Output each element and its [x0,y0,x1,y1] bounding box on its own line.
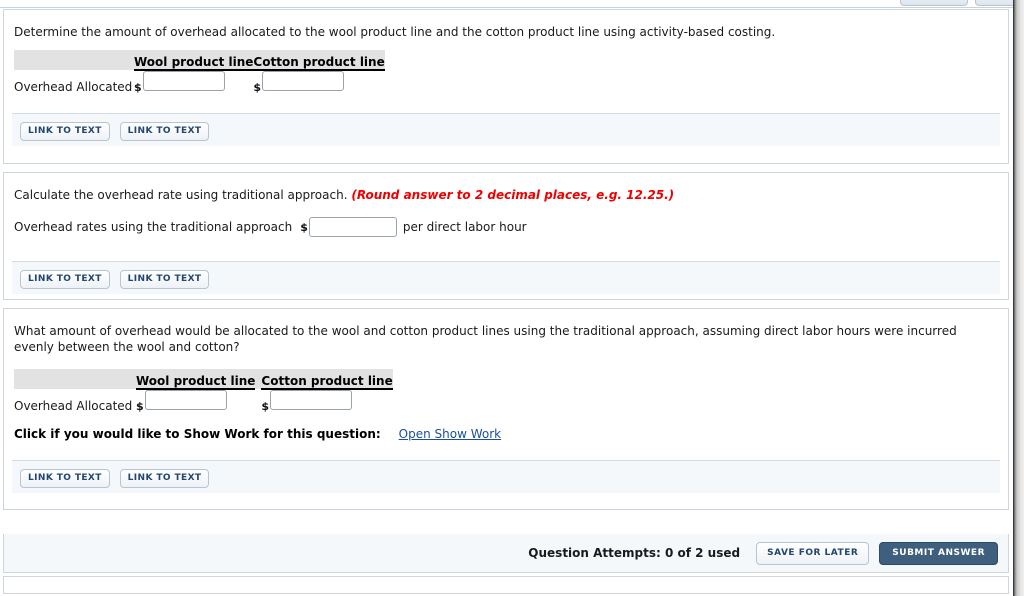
header-blank-cell [14,369,136,389]
overhead-rate-unit: per direct labor hour [402,220,527,234]
question-3-answer-table: Wool product line Cotton product line Ov… [14,369,393,413]
currency-symbol-icon: $ [136,399,144,413]
question-3-body: What amount of overhead would be allocat… [4,309,1008,493]
cutoff-toolbar-button-1[interactable] [900,0,968,6]
table-row: Overhead Allocated $ $ [14,389,393,413]
cell-cotton-overhead: $ [253,70,384,94]
scrollbar-gutter[interactable] [1014,0,1024,596]
show-work-label: Click if you would like to Show Work for… [14,426,381,441]
currency-symbol-icon: $ [300,220,308,234]
assignment-page: Determine the amount of overhead allocat… [0,0,1024,596]
currency-symbol-icon: $ [261,399,270,413]
question-2-prompt-text: Calculate the overhead rate using tradit… [14,188,348,202]
header-wool-product-line: Wool product line [134,50,254,71]
input-overhead-rate-traditional[interactable] [308,217,397,237]
question-1-body: Determine the amount of overhead allocat… [4,10,1008,146]
top-divider [0,7,1013,8]
currency-symbol-icon: $ [134,80,142,94]
open-show-work-link[interactable]: Open Show Work [399,427,501,441]
question-3-footer-bar: LINK TO TEXT LINK TO TEXT [12,459,1000,493]
cutoff-toolbar-button-2[interactable] [975,0,1013,6]
table-header-row: Wool product line Cotton product line [14,369,393,390]
overhead-rate-label: Overhead rates using the traditional app… [14,220,293,234]
save-for-later-button[interactable]: SAVE FOR LATER [756,541,870,565]
link-to-text-button-3b[interactable]: LINK TO TEXT [119,468,210,488]
header-wool-product-line: Wool product line [136,369,256,390]
show-work-row: Click if you would like to Show Work for… [14,427,1000,441]
cell-cotton-overhead: $ [261,389,392,413]
input-wool-overhead-abc[interactable] [142,71,225,91]
header-cotton-product-line: Cotton product line [261,369,393,390]
question-action-bar: Question Attempts: 0 of 2 used SAVE FOR … [3,534,1009,573]
question-2-prompt: Calculate the overhead rate using tradit… [14,187,1000,203]
question-panel-1: Determine the amount of overhead allocat… [3,9,1009,164]
question-panel-2: Calculate the overhead rate using tradit… [3,172,1009,300]
input-wool-overhead-traditional[interactable] [144,390,227,410]
question-3-prompt: What amount of overhead would be allocat… [14,324,957,354]
question-panel-3: What amount of overhead would be allocat… [3,308,1009,510]
page-bottom-strip [3,576,1009,594]
table-row: Overhead Allocated $ $ [14,70,385,94]
question-1-answer-table: Wool product line Cotton product line Ov… [14,50,385,94]
link-to-text-button-2a[interactable]: LINK TO TEXT [20,270,110,289]
currency-symbol-icon: $ [253,80,262,94]
link-to-text-button-2b[interactable]: LINK TO TEXT [119,270,210,289]
link-to-text-button-1a[interactable]: LINK TO TEXT [20,121,110,141]
overhead-rate-row: Overhead rates using the traditional app… [14,217,1000,237]
table-header-row: Wool product line Cotton product line [14,50,385,71]
row-label-overhead-allocated: Overhead Allocated [14,79,133,94]
header-blank-cell [14,50,134,70]
input-cotton-overhead-traditional[interactable] [270,390,353,410]
question-attempts-text: Question Attempts: 0 of 2 used [528,546,741,560]
question-2-body: Calculate the overhead rate using tradit… [4,173,1008,294]
link-to-text-button-3a[interactable]: LINK TO TEXT [20,468,110,488]
input-cotton-overhead-abc[interactable] [262,71,345,91]
question-1-prompt: Determine the amount of overhead allocat… [14,25,776,39]
question-2-footer-bar: LINK TO TEXT LINK TO TEXT [12,261,1000,294]
question-2-rounding-hint: (Round answer to 2 decimal places, e.g. … [351,188,675,202]
cell-wool-overhead: $ [134,70,253,94]
question-1-footer-bar: LINK TO TEXT LINK TO TEXT [12,112,1000,146]
submit-answer-button[interactable]: SUBMIT ANSWER [879,541,998,565]
row-label-overhead-allocated: Overhead Allocated [14,398,133,413]
cell-wool-overhead: $ [136,389,255,413]
link-to-text-button-1b[interactable]: LINK TO TEXT [119,121,210,141]
header-cotton-product-line: Cotton product line [253,50,385,71]
